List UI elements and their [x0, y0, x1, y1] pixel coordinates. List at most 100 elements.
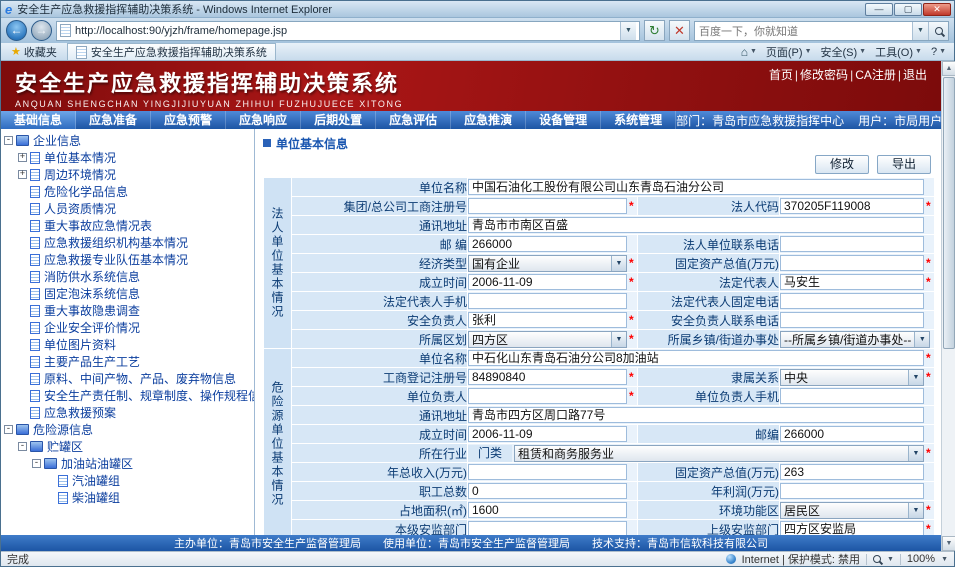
tree-item[interactable]: 单位图片资料 — [4, 336, 254, 353]
scroll-up-button[interactable]: ▲ — [942, 61, 955, 76]
expander-icon[interactable]: - — [4, 136, 13, 145]
expander-icon[interactable]: - — [18, 442, 27, 451]
tree-item[interactable]: 原料、中间产物、产品、废弃物信息 — [4, 370, 254, 387]
nav-item-0[interactable]: 基础信息 — [1, 111, 76, 129]
expander-icon[interactable]: - — [4, 425, 13, 434]
form-input[interactable]: 2006-11-09 — [468, 274, 627, 290]
menu-2[interactable]: 工具(O)▼ — [875, 44, 922, 60]
tree-item[interactable]: 人员资质情况 — [4, 200, 254, 217]
tree-item[interactable]: 危险化学品信息 — [4, 183, 254, 200]
form-select[interactable]: 居民区▼ — [780, 502, 924, 519]
nav-item-3[interactable]: 应急响应 — [226, 111, 301, 129]
form-select[interactable]: 中央▼ — [780, 369, 924, 386]
scroll-down-button[interactable]: ▼ — [942, 536, 955, 551]
back-button[interactable]: ← — [6, 20, 27, 41]
maximize-button[interactable]: ▢ — [894, 3, 922, 16]
form-input[interactable] — [468, 198, 627, 214]
form-input[interactable]: 张利 — [468, 312, 627, 328]
browser-tab[interactable]: 安全生产应急救援指挥辅助决策系统 — [67, 43, 276, 60]
form-select[interactable]: 四方区▼ — [468, 331, 627, 348]
menu-0[interactable]: 页面(P)▼ — [766, 44, 812, 60]
form-select[interactable]: --所属乡镇/街道办事处--▼ — [780, 331, 930, 348]
tree-item[interactable]: 柴油罐组 — [4, 489, 254, 506]
expander-icon[interactable]: + — [18, 170, 27, 179]
tree-item[interactable]: 消防供水系统信息 — [4, 268, 254, 285]
tree-item[interactable]: 主要产品生产工艺 — [4, 353, 254, 370]
banner-link-0[interactable]: 首页 — [767, 66, 795, 83]
zoom-level[interactable]: 100% — [907, 553, 935, 565]
scrollbar-thumb[interactable] — [943, 77, 955, 349]
nav-item-7[interactable]: 设备管理 — [526, 111, 601, 129]
form-input[interactable]: 263 — [780, 464, 924, 480]
tree-item[interactable]: 应急救援组织机构基本情况 — [4, 234, 254, 251]
modify-button[interactable]: 修改 — [815, 155, 869, 174]
stop-button[interactable]: ✕ — [669, 20, 690, 41]
form-input[interactable] — [468, 521, 627, 535]
tree-item[interactable]: 固定泡沫系统信息 — [4, 285, 254, 302]
form-input[interactable] — [780, 293, 924, 309]
forward-button[interactable]: → — [31, 20, 52, 41]
form-input[interactable]: 84890840 — [468, 369, 627, 385]
tree-item[interactable]: 应急救援专业队伍基本情况 — [4, 251, 254, 268]
close-button[interactable]: ✕ — [923, 3, 951, 16]
form-input[interactable]: 中国石油化工股份有限公司山东青岛石油分公司 — [468, 179, 924, 195]
nav-item-6[interactable]: 应急推演 — [451, 111, 526, 129]
tree-item[interactable]: 安全生产责任制、规章制度、操作规程信息 — [4, 387, 254, 404]
address-bar[interactable]: http://localhost:90/yjzh/frame/homepage.… — [56, 21, 640, 41]
expander-icon[interactable]: - — [32, 459, 41, 468]
expander-icon[interactable]: + — [18, 153, 27, 162]
favorites-button[interactable]: ★ 收藏夹 — [5, 44, 63, 60]
form-input[interactable] — [468, 464, 627, 480]
form-input[interactable]: 266000 — [468, 236, 627, 252]
form-input[interactable]: 中石化山东青岛石油分公司8加油站 — [468, 350, 924, 366]
form-select[interactable]: 租赁和商务服务业▼ — [514, 445, 924, 462]
form-input[interactable] — [780, 236, 924, 252]
tree-item[interactable]: -危险源信息 — [4, 421, 254, 438]
tree-item[interactable]: 汽油罐组 — [4, 472, 254, 489]
nav-item-5[interactable]: 应急评估 — [376, 111, 451, 129]
tree-item[interactable]: +单位基本情况 — [4, 149, 254, 166]
tree-item[interactable]: 企业安全评价情况 — [4, 319, 254, 336]
tree-item[interactable]: -贮罐区 — [4, 438, 254, 455]
form-input[interactable] — [780, 388, 924, 404]
form-input[interactable] — [468, 293, 627, 309]
search-provider-dropdown[interactable]: ▼ — [912, 22, 928, 40]
form-input[interactable] — [780, 483, 924, 499]
refresh-button[interactable]: ↻ — [644, 20, 665, 41]
form-input[interactable]: 370205F119008 — [780, 198, 924, 214]
form-input[interactable]: 2006-11-09 — [468, 426, 627, 442]
form-select[interactable]: 国有企业▼ — [468, 255, 627, 272]
vertical-scrollbar[interactable]: ▲ ▼ — [941, 61, 955, 551]
banner-link-3[interactable]: 退出 — [901, 66, 929, 83]
tree-item[interactable]: +周边环境情况 — [4, 166, 254, 183]
form-input[interactable]: 青岛市四方区周口路77号 — [468, 407, 924, 423]
search-button[interactable] — [928, 22, 948, 40]
search-box[interactable]: 百度一下，你就知道 ▼ — [694, 21, 949, 41]
tree-item[interactable]: 重大事故应急情况表 — [4, 217, 254, 234]
form-input[interactable] — [780, 312, 924, 328]
form-input[interactable]: 0 — [468, 483, 627, 499]
form-input[interactable] — [468, 388, 627, 404]
url-text[interactable]: http://localhost:90/yjzh/frame/homepage.… — [75, 25, 616, 37]
tree-item[interactable]: 重大事故隐患调查 — [4, 302, 254, 319]
tree-item[interactable]: -加油站油罐区 — [4, 455, 254, 472]
help-button[interactable]: ?▼ — [931, 46, 946, 58]
nav-item-2[interactable]: 应急预警 — [151, 111, 226, 129]
banner-link-1[interactable]: 修改密码 — [798, 66, 850, 83]
menu-1[interactable]: 安全(S)▼ — [821, 44, 867, 60]
nav-item-8[interactable]: 系统管理 — [601, 111, 676, 129]
form-input[interactable]: 1600 — [468, 502, 627, 518]
banner-link-2[interactable]: CA注册 — [853, 66, 898, 83]
minimize-button[interactable]: — — [865, 3, 893, 16]
export-button[interactable]: 导出 — [877, 155, 931, 174]
tree-item[interactable]: 应急救援预案 — [4, 404, 254, 421]
search-input[interactable]: 百度一下，你就知道 — [695, 23, 912, 39]
address-dropdown-button[interactable]: ▼ — [620, 22, 636, 40]
home-button[interactable]: ⌂▼ — [741, 45, 757, 59]
nav-item-4[interactable]: 后期处置 — [301, 111, 376, 129]
form-input[interactable] — [780, 255, 924, 271]
nav-item-1[interactable]: 应急准备 — [76, 111, 151, 129]
form-input[interactable]: 青岛市市南区百盛 — [468, 217, 924, 233]
tree-item[interactable]: -企业信息 — [4, 132, 254, 149]
form-input[interactable]: 四方区安监局 — [780, 521, 924, 535]
